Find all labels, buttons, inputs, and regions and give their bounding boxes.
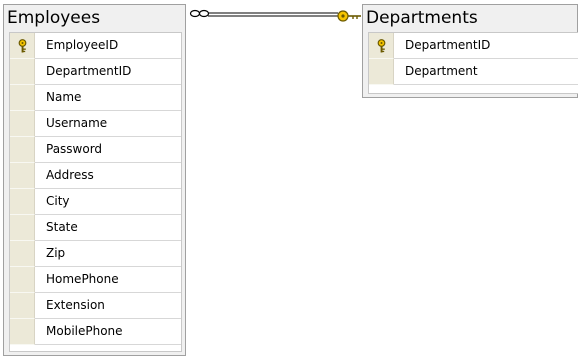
relationship-line[interactable] xyxy=(0,0,578,356)
infinity-icon xyxy=(189,9,210,18)
key-icon xyxy=(337,10,361,22)
diagram-canvas: Employees EmployeeID DepartmentID Name User… xyxy=(0,0,578,356)
